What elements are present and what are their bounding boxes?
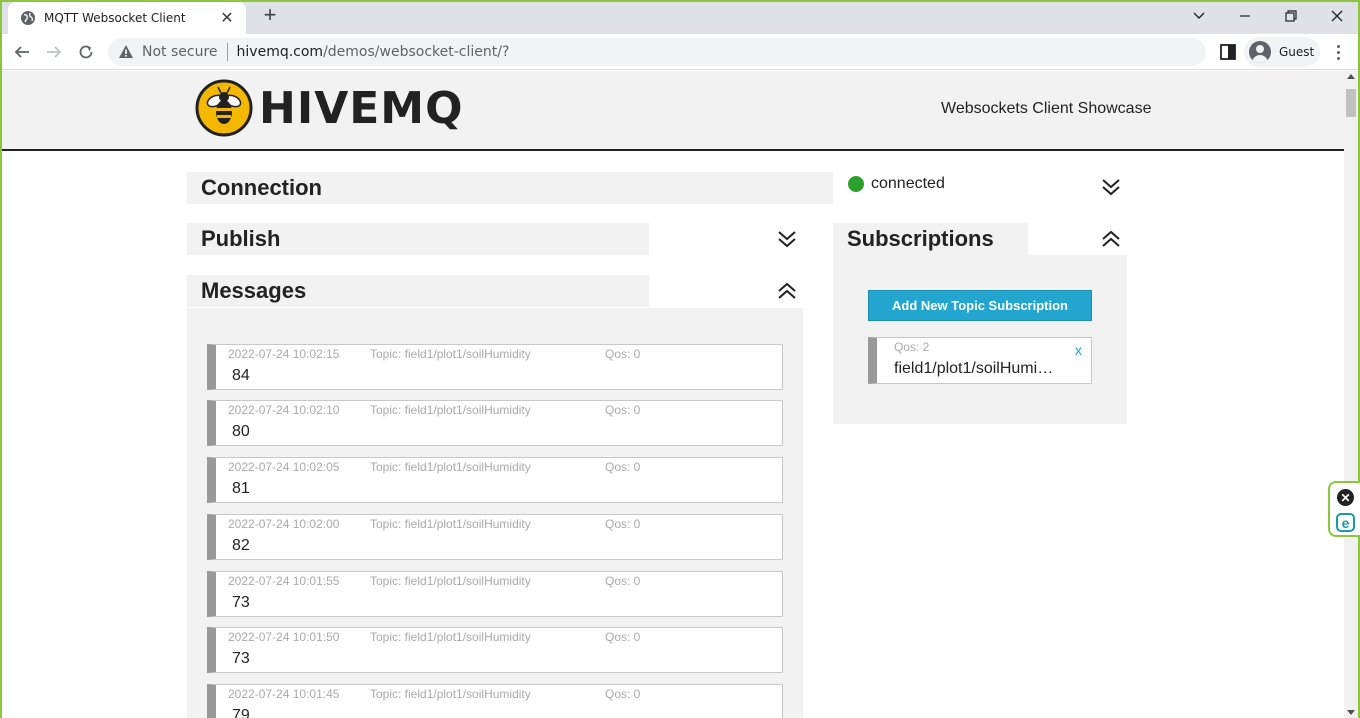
status-text: connected [871, 175, 945, 192]
message-payload: 81 [232, 480, 250, 497]
message-topic: Topic: field1/plot1/soilHumidity [370, 687, 531, 701]
messages-list: 2022-07-24 10:02:15 Topic: field1/plot1/s… [187, 308, 803, 718]
message-timestamp: 2022-07-24 10:01:50 [228, 630, 340, 644]
message-qos: Qos: 0 [605, 630, 641, 644]
message-topic: Topic: field1/plot1/soilHumidity [370, 517, 531, 531]
message-qos: Qos: 0 [605, 460, 641, 474]
message-topic: Topic: field1/plot1/soilHumidity [370, 630, 531, 644]
url-path: /demos/websocket-client/? [323, 44, 510, 60]
publish-title: Publish [201, 226, 281, 251]
page-viewport: HIVEMQ Websockets Client Showcase Connec… [2, 71, 1344, 718]
message-item[interactable]: 2022-07-24 10:02:10 Topic: field1/plot1/s… [207, 400, 783, 446]
message-timestamp: 2022-07-24 10:02:00 [228, 517, 340, 531]
subscriptions-title: Subscriptions [847, 226, 994, 251]
extension-close-icon[interactable]: ✕ [1337, 489, 1354, 506]
browser-toolbar: Not secure hivemq.com/demos/websocket-cl… [0, 34, 1360, 70]
chevron-double-down-icon[interactable] [1101, 177, 1121, 197]
scroll-up-arrow-icon[interactable] [1347, 74, 1355, 79]
subscriptions-header[interactable]: Subscriptions [833, 223, 1028, 255]
window-close-icon[interactable] [1314, 0, 1360, 32]
new-tab-button[interactable]: + [258, 4, 282, 28]
message-qos: Qos: 0 [605, 347, 641, 361]
showcase-title: Websockets Client Showcase [941, 100, 1152, 117]
message-item[interactable]: 2022-07-24 10:01:45 Topic: field1/plot1/s… [207, 684, 783, 718]
connection-header[interactable]: Connection [187, 172, 833, 204]
message-qos: Qos: 0 [605, 517, 641, 531]
subscriptions-panel: Add New Topic Subscription Qos: 2 field1… [833, 255, 1127, 424]
omnibox-divider [226, 43, 228, 61]
message-topic: Topic: field1/plot1/soilHumidity [370, 403, 531, 417]
message-payload: 73 [232, 650, 250, 667]
messages-header[interactable]: Messages [187, 275, 649, 307]
tab-strip: MQTT Websocket Client ✕ + [0, 0, 1360, 34]
browser-tab[interactable]: MQTT Websocket Client ✕ [8, 2, 246, 34]
forward-arrow-icon[interactable] [42, 40, 66, 64]
site-header: HIVEMQ Websockets Client Showcase [2, 71, 1344, 151]
subscription-topic: field1/plot1/soilHumidity [894, 360, 1062, 377]
message-item[interactable]: 2022-07-24 10:02:05 Topic: field1/plot1/s… [207, 457, 783, 503]
connection-title: Connection [201, 175, 322, 200]
message-timestamp: 2022-07-24 10:02:05 [228, 460, 340, 474]
status-indicator [848, 176, 864, 192]
profile-label: Guest [1279, 45, 1315, 59]
vertical-scrollbar[interactable] [1344, 71, 1358, 718]
message-qos: Qos: 0 [605, 403, 641, 417]
address-bar[interactable]: Not secure hivemq.com/demos/websocket-cl… [108, 38, 1206, 66]
message-item[interactable]: 2022-07-24 10:02:15 Topic: field1/plot1/s… [207, 344, 783, 390]
message-timestamp: 2022-07-24 10:01:45 [228, 687, 340, 701]
message-item[interactable]: 2022-07-24 10:01:55 Topic: field1/plot1/s… [207, 571, 783, 617]
reload-icon[interactable] [74, 40, 98, 64]
message-payload: 80 [232, 423, 250, 440]
message-payload: 79 [232, 707, 250, 718]
message-topic: Topic: field1/plot1/soilHumidity [370, 460, 531, 474]
globe-icon [21, 11, 35, 25]
url-host: hivemq.com [236, 44, 324, 60]
warning-icon [119, 45, 133, 58]
extension-widget: ✕ e [1328, 481, 1360, 537]
url-text[interactable]: hivemq.com/demos/websocket-client/? [237, 44, 510, 60]
message-timestamp: 2022-07-24 10:01:55 [228, 574, 340, 588]
tab-search-icon[interactable] [1176, 0, 1222, 32]
chevron-double-up-icon[interactable] [777, 281, 797, 301]
message-qos: Qos: 0 [605, 574, 641, 588]
subscription-item[interactable]: Qos: 2 field1/plot1/soilHumidity x [868, 337, 1092, 384]
restore-icon[interactable] [1268, 0, 1314, 32]
extension-logo-icon[interactable]: e [1336, 513, 1355, 532]
tab-close-icon[interactable]: ✕ [218, 8, 236, 28]
message-timestamp: 2022-07-24 10:02:10 [228, 403, 340, 417]
scroll-down-arrow-icon[interactable] [1347, 710, 1355, 715]
message-item[interactable]: 2022-07-24 10:02:00 Topic: field1/plot1/s… [207, 514, 783, 560]
add-subscription-button[interactable]: Add New Topic Subscription [868, 290, 1092, 321]
chevron-double-down-icon[interactable] [777, 229, 797, 249]
avatar-icon [1249, 41, 1271, 63]
subscription-qos: Qos: 2 [894, 340, 930, 354]
tab-title: MQTT Websocket Client [44, 11, 186, 25]
hivemq-logo[interactable]: HIVEMQ [195, 79, 464, 137]
publish-header[interactable]: Publish [187, 223, 649, 255]
minimize-icon[interactable] [1222, 0, 1268, 32]
security-label[interactable]: Not secure [142, 44, 218, 60]
message-timestamp: 2022-07-24 10:02:15 [228, 347, 340, 361]
kebab-menu-icon[interactable] [1330, 42, 1346, 62]
messages-title: Messages [201, 278, 307, 303]
message-item[interactable]: 2022-07-24 10:01:50 Topic: field1/plot1/s… [207, 627, 783, 673]
scrollbar-thumb[interactable] [1346, 89, 1356, 117]
bee-icon [195, 79, 253, 137]
chevron-double-up-icon[interactable] [1101, 229, 1121, 249]
side-panel-icon[interactable] [1218, 42, 1238, 62]
message-payload: 84 [232, 367, 250, 384]
connection-status: connected [848, 175, 945, 193]
message-topic: Topic: field1/plot1/soilHumidity [370, 347, 531, 361]
message-payload: 73 [232, 594, 250, 611]
back-arrow-icon[interactable] [10, 40, 34, 64]
remove-subscription-button[interactable]: x [1075, 342, 1082, 358]
message-qos: Qos: 0 [605, 687, 641, 701]
message-topic: Topic: field1/plot1/soilHumidity [370, 574, 531, 588]
message-payload: 82 [232, 537, 250, 554]
profile-button[interactable]: Guest [1244, 37, 1320, 67]
brand-name: HIVEMQ [259, 82, 464, 134]
